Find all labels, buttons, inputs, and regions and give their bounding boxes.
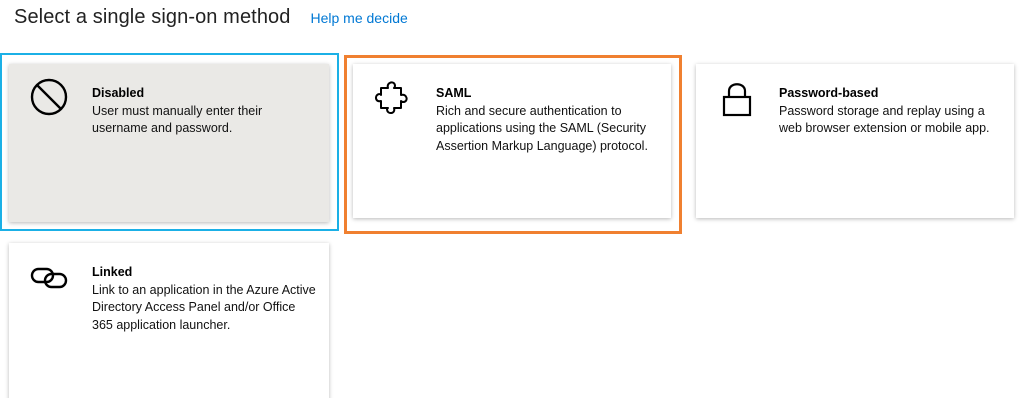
prohibited-icon bbox=[27, 75, 71, 119]
card-title: Linked bbox=[92, 265, 133, 279]
card-title: Disabled bbox=[92, 86, 145, 100]
card-description: Link to an application in the Azure Acti… bbox=[92, 282, 316, 332]
card-text: Linked Link to an application in the Azu… bbox=[92, 264, 319, 334]
puzzle-piece-icon bbox=[371, 75, 415, 119]
sso-method-page: Select a single sign-on method Help me d… bbox=[0, 0, 1024, 398]
card-description: Rich and secure authentication to applic… bbox=[436, 103, 648, 153]
card-text: Disabled User must manually enter their … bbox=[92, 85, 319, 138]
card-description: User must manually enter their username … bbox=[92, 103, 263, 136]
page-title: Select a single sign-on method bbox=[14, 6, 291, 28]
card-text: Password-based Password storage and repl… bbox=[779, 85, 1004, 138]
card-description: Password storage and replay using a web … bbox=[779, 103, 990, 136]
sso-card-password-based[interactable]: Password-based Password storage and repl… bbox=[696, 64, 1014, 218]
link-icon bbox=[27, 254, 71, 298]
sso-card-saml[interactable]: SAML Rich and secure authentication to a… bbox=[353, 64, 671, 218]
page-header: Select a single sign-on method Help me d… bbox=[14, 6, 408, 36]
lock-icon bbox=[714, 75, 758, 119]
sso-card-disabled[interactable]: Disabled User must manually enter their … bbox=[9, 64, 329, 222]
help-me-decide-link[interactable]: Help me decide bbox=[311, 10, 408, 26]
card-text: SAML Rich and secure authentication to a… bbox=[436, 85, 661, 155]
sso-card-linked[interactable]: Linked Link to an application in the Azu… bbox=[9, 243, 329, 398]
card-title: Password-based bbox=[779, 86, 879, 100]
card-title: SAML bbox=[436, 86, 472, 100]
